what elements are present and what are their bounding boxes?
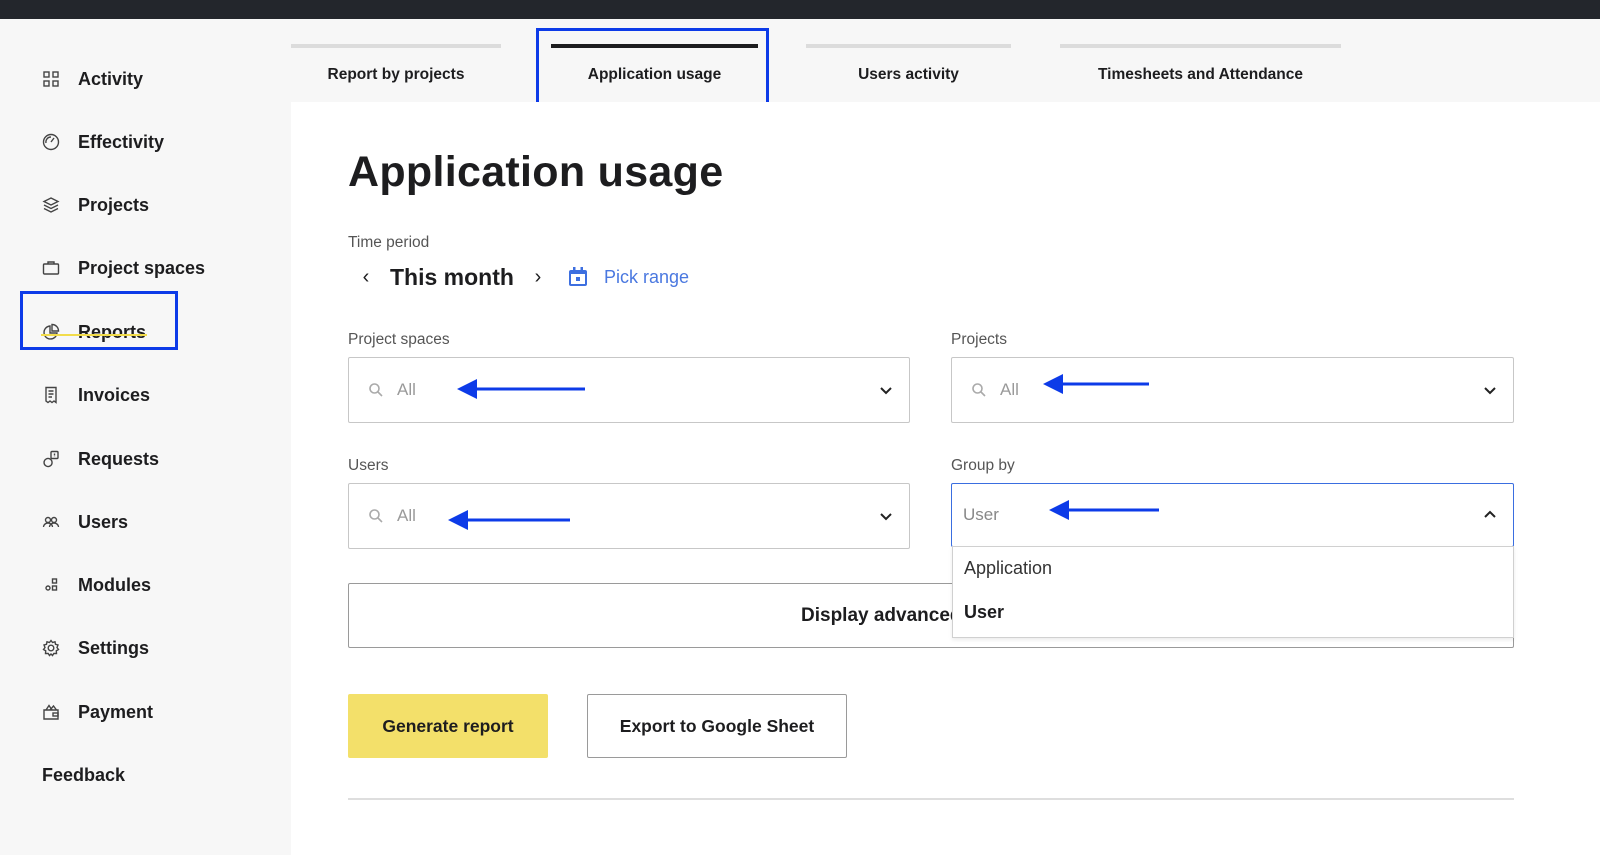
search-icon — [369, 509, 383, 523]
project-spaces-select[interactable]: All — [348, 357, 910, 423]
display-advanced-label: Display advanced — [801, 605, 962, 626]
projects-label: Projects — [951, 331, 1007, 348]
sidebar-item-invoices[interactable]: Invoices — [40, 380, 150, 410]
sidebar-item-label: Modules — [78, 574, 152, 595]
chevron-down-icon — [880, 513, 892, 521]
dropdown-option-user[interactable]: User — [964, 602, 1004, 623]
export-google-sheet-button[interactable]: Export to Google Sheet — [587, 694, 847, 758]
gauge-icon — [40, 131, 62, 153]
search-icon — [972, 383, 986, 397]
users-select[interactable]: All — [348, 483, 910, 549]
page-title: Application usage — [348, 148, 724, 196]
calendar-icon — [568, 267, 587, 286]
modules-icon — [40, 574, 62, 596]
pick-range-button[interactable]: Pick range — [566, 265, 689, 289]
sidebar-item-effectivity[interactable]: Effectivity — [40, 127, 164, 157]
dropdown-option-application[interactable]: Application — [964, 558, 1052, 579]
sidebar-item-users[interactable]: Users — [40, 507, 128, 537]
search-icon — [369, 383, 383, 397]
sidebar-item-label: Requests — [78, 448, 160, 469]
time-period-label: Time period — [348, 234, 430, 251]
chevron-right-icon[interactable]: › — [528, 266, 548, 289]
project-spaces-value: All — [397, 380, 416, 399]
project-spaces-label: Project spaces — [348, 331, 450, 348]
sidebar-item-projects[interactable]: Projects — [40, 190, 149, 220]
layers-icon — [40, 194, 62, 216]
request-icon — [40, 448, 62, 470]
tab-label: Timesheets and Attendance — [1097, 66, 1303, 83]
sidebar-item-label: Effectivity — [78, 131, 165, 152]
sidebar-item-label: Users — [78, 511, 129, 532]
users-label: Users — [348, 457, 389, 474]
chevron-down-icon — [1484, 387, 1496, 395]
sidebar-item-label: Settings — [78, 637, 150, 658]
sidebar-item-label: Payment — [78, 701, 154, 722]
gear-icon — [40, 637, 62, 659]
chevron-left-icon[interactable]: ‹ — [356, 266, 376, 289]
highlight-box-tab — [536, 28, 769, 108]
briefcase-icon — [40, 257, 62, 279]
generate-report-label: Generate report — [382, 715, 514, 736]
projects-value: All — [1000, 380, 1019, 399]
group-by-label: Group by — [951, 457, 1015, 474]
time-period-value: This month — [390, 263, 514, 290]
export-google-sheet-label: Export to Google Sheet — [619, 715, 815, 736]
sidebar-item-payment[interactable]: Payment — [40, 697, 153, 727]
divider — [348, 798, 1514, 800]
sidebar-item-modules[interactable]: Modules — [40, 570, 151, 600]
group-by-select[interactable]: User — [951, 483, 1514, 547]
time-period-selector: ‹ This month › Pick range — [356, 260, 689, 294]
tab-timesheets-and-attendance[interactable]: Timesheets and Attendance — [1060, 44, 1341, 102]
chevron-down-icon — [880, 387, 892, 395]
pick-range-label: Pick range — [603, 266, 689, 287]
highlight-box-reports — [20, 291, 178, 350]
generate-report-button[interactable]: Generate report — [348, 694, 548, 758]
sidebar-item-label: Project spaces — [78, 257, 206, 278]
tab-label: Users activity — [858, 66, 959, 83]
group-by-dropdown: Application User — [952, 546, 1514, 638]
feedback-link[interactable]: Feedback — [42, 765, 125, 786]
tab-report-by-projects[interactable]: Report by projects — [291, 44, 501, 102]
sidebar-item-label: Projects — [78, 194, 150, 215]
sidebar-item-settings[interactable]: Settings — [40, 633, 149, 663]
sidebar-item-activity[interactable]: Activity — [40, 64, 143, 94]
group-by-value: User — [963, 505, 999, 524]
grid-icon — [40, 68, 62, 90]
sidebar-item-requests[interactable]: Requests — [40, 444, 159, 474]
top-bar — [0, 0, 1600, 19]
projects-select[interactable]: All — [951, 357, 1514, 423]
sidebar-item-label: Activity — [78, 68, 144, 89]
sidebar-item-project-spaces[interactable]: Project spaces — [40, 253, 205, 283]
payment-icon — [40, 701, 62, 723]
tab-label: Report by projects — [327, 66, 465, 83]
users-value: All — [397, 506, 416, 525]
users-icon — [40, 511, 62, 533]
chevron-up-icon — [1484, 510, 1496, 518]
sidebar-item-label: Invoices — [78, 384, 151, 405]
receipt-icon — [40, 384, 62, 406]
tab-users-activity[interactable]: Users activity — [806, 44, 1011, 102]
